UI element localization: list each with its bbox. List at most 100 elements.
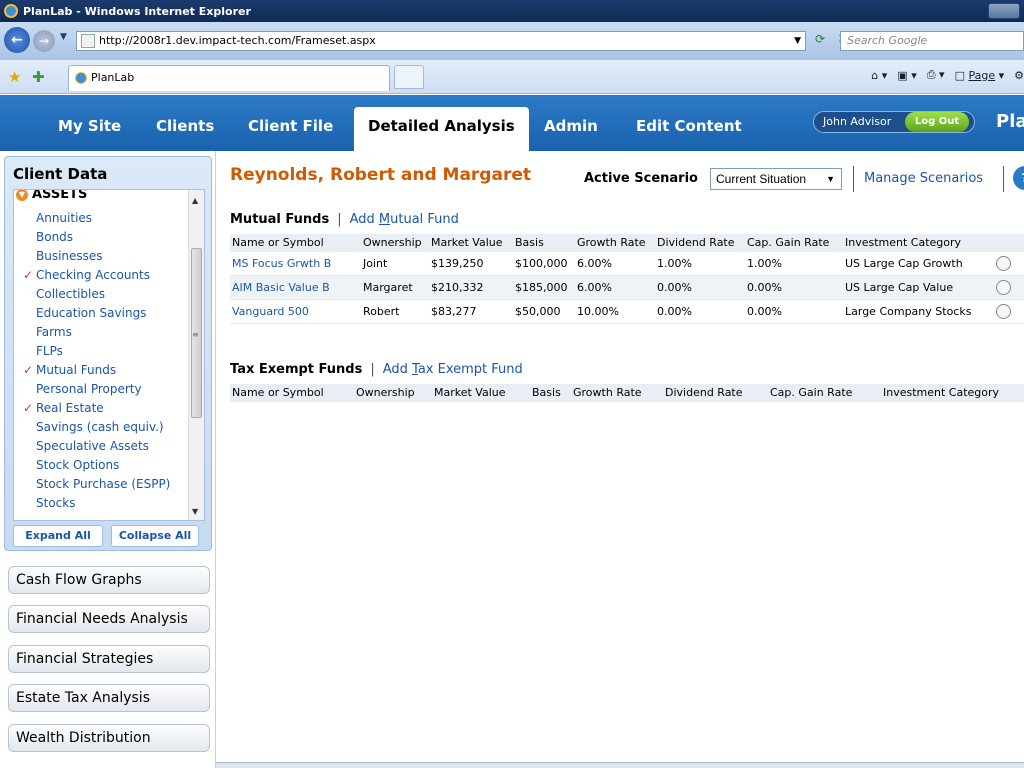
client-name: Reynolds, Robert and Margaret — [230, 165, 531, 185]
tree-item-collectibles[interactable]: Collectibles — [36, 287, 105, 301]
col-basis: Basis — [515, 236, 544, 249]
tree-item-stock-purchase[interactable]: Stock Purchase (ESPP) — [36, 477, 170, 491]
refresh-icon[interactable]: ⟳ — [810, 32, 830, 50]
tree-item-mutual-funds[interactable]: ✓ Mutual Funds — [23, 363, 116, 377]
back-arrow-icon[interactable]: ← — [4, 27, 30, 53]
magnifier-icon[interactable] — [996, 304, 1011, 319]
tree-item-stock-options[interactable]: Stock Options — [36, 458, 119, 472]
print-icon[interactable]: ⎙ ▾ — [927, 68, 945, 82]
forward-arrow-icon[interactable]: → — [33, 30, 55, 52]
browser-tab[interactable]: PlanLab — [68, 65, 390, 91]
tree-item-savings[interactable]: Savings (cash equiv.) — [36, 420, 164, 434]
active-scenario-label: Active Scenario — [584, 171, 698, 186]
cell-ownership: Margaret — [363, 281, 413, 294]
client-data-title: Client Data — [13, 165, 108, 183]
add-mutual-fund-link[interactable]: Add Mutual Fund — [350, 212, 459, 227]
estate-tax-analysis-button[interactable]: Estate Tax Analysis — [8, 684, 210, 712]
window-title: PlanLab - Windows Internet Explorer — [23, 4, 251, 18]
tree-section-assets[interactable]: ▼ Assets — [16, 190, 87, 202]
wealth-distribution-button[interactable]: Wealth Distribution — [8, 724, 210, 752]
cell-basis: $100,000 — [515, 257, 568, 270]
add-favorite-icon[interactable]: ✚ — [32, 68, 45, 86]
separator: | — [337, 212, 342, 227]
logout-button[interactable]: Log Out — [905, 112, 969, 132]
col-investment-category: Investment Category — [883, 386, 1000, 399]
url-dropdown-icon[interactable]: ▼ — [794, 32, 801, 50]
scenario-select[interactable]: Current Situation ▼ — [710, 168, 842, 190]
url-text: http://2008r1.dev.impact-tech.com/Frames… — [99, 34, 376, 47]
search-input[interactable]: Search Google — [840, 31, 1024, 51]
page-menu[interactable]: □ Page ▾ — [955, 69, 1005, 82]
tree-item-bonds[interactable]: Bonds — [36, 230, 73, 244]
tree-item-speculative-assets[interactable]: Speculative Assets — [36, 439, 149, 453]
financial-strategies-button[interactable]: Financial Strategies — [8, 645, 210, 673]
home-icon[interactable]: ⌂ ▾ — [871, 69, 887, 82]
help-icon[interactable]: ? — [1013, 166, 1024, 190]
collapse-toggle-icon[interactable]: ▼ — [16, 190, 28, 201]
cell-dividend-rate: 1.00% — [657, 257, 692, 270]
nav-client-file[interactable]: Client File — [248, 117, 333, 135]
command-bar: ⌂ ▾ ▣ ▾ ⎙ ▾ □ Page ▾ ⚙ — [871, 68, 1024, 82]
nav-admin[interactable]: Admin — [544, 117, 598, 135]
tree-item-education-savings[interactable]: Education Savings — [36, 306, 146, 320]
nav-my-site[interactable]: My Site — [58, 117, 121, 135]
cell-market-value: $83,277 — [431, 305, 477, 318]
manage-scenarios-link[interactable]: Manage Scenarios — [864, 171, 983, 186]
collapse-all-button[interactable]: Collapse All — [111, 525, 199, 547]
fund-name-link[interactable]: Vanguard 500 — [232, 305, 309, 318]
table-row: AIM Basic Value B Margaret $210,332 $185… — [230, 276, 1024, 300]
cell-growth-rate: 6.00% — [577, 281, 612, 294]
nav-edit-content[interactable]: Edit Content — [636, 117, 742, 135]
fund-name-link[interactable]: MS Focus Grwth B — [232, 257, 331, 270]
feeds-icon[interactable]: ▣ ▾ — [897, 69, 916, 82]
financial-needs-analysis-button[interactable]: Financial Needs Analysis — [8, 605, 210, 633]
address-input[interactable]: http://2008r1.dev.impact-tech.com/Frames… — [76, 31, 806, 51]
magnifier-icon[interactable] — [996, 256, 1011, 271]
cash-flow-graphs-button[interactable]: Cash Flow Graphs — [8, 566, 210, 594]
cell-investment-category: US Large Cap Growth — [845, 257, 963, 270]
expand-all-button[interactable]: Expand All — [13, 525, 103, 547]
new-tab-button[interactable] — [394, 65, 424, 89]
window-title-bar: PlanLab - Windows Internet Explorer — [0, 0, 1024, 22]
scroll-down-icon[interactable]: ▼ — [192, 507, 198, 516]
cell-investment-category: US Large Cap Value — [845, 281, 954, 294]
col-name: Name or Symbol — [232, 386, 324, 399]
tree-item-checking-accounts[interactable]: ✓ Checking Accounts — [23, 268, 150, 282]
status-bar — [216, 762, 1024, 768]
tax-exempt-funds-header: Tax Exempt Funds | Add Tax Exempt Fund — [230, 362, 523, 377]
check-icon: ✓ — [23, 401, 34, 415]
client-data-panel: Client Data ▼ Assets Annuities Bonds Bus… — [4, 156, 212, 551]
ie-logo-icon — [4, 4, 18, 18]
nav-clients[interactable]: Clients — [156, 117, 214, 135]
tax-exempt-funds-title: Tax Exempt Funds — [230, 362, 363, 377]
history-dropdown-icon[interactable]: ▼ — [60, 32, 67, 42]
mutual-funds-title: Mutual Funds — [230, 212, 330, 227]
favorites-star-icon[interactable]: ★ — [8, 68, 21, 86]
cell-ownership: Robert — [363, 305, 400, 318]
col-cap-gain-rate: Cap. Gain Rate — [770, 386, 853, 399]
col-growth-rate: Growth Rate — [573, 386, 642, 399]
tree-item-real-estate[interactable]: ✓ Real Estate — [23, 401, 104, 415]
asset-tree: ▼ Assets Annuities Bonds Businesses ✓ Che… — [13, 189, 205, 521]
tab-label: PlanLab — [91, 71, 135, 84]
magnifier-icon[interactable] — [996, 280, 1011, 295]
tree-scrollbar[interactable]: ▲ ≡ ▼ — [188, 190, 204, 520]
fund-name-link[interactable]: AIM Basic Value B — [232, 281, 330, 294]
tree-item-stocks[interactable]: Stocks — [36, 496, 75, 510]
cell-cap-gain-rate: 1.00% — [747, 257, 782, 270]
table-row: MS Focus Grwth B Joint $139,250 $100,000… — [230, 252, 1024, 276]
tree-item-businesses[interactable]: Businesses — [36, 249, 103, 263]
tree-item-personal-property[interactable]: Personal Property — [36, 382, 142, 396]
minimize-icon[interactable] — [988, 3, 1020, 19]
cell-cap-gain-rate: 0.00% — [747, 281, 782, 294]
add-tax-exempt-fund-link[interactable]: Add Tax Exempt Fund — [383, 362, 523, 377]
nav-detailed-analysis[interactable]: Detailed Analysis — [354, 107, 529, 151]
col-market-value: Market Value — [434, 386, 506, 399]
scroll-up-icon[interactable]: ▲ — [192, 196, 198, 205]
tree-item-flps[interactable]: FLPs — [36, 344, 63, 358]
address-toolbar: ← → ▼ http://2008r1.dev.impact-tech.com/… — [0, 22, 1024, 60]
tools-gear-icon[interactable]: ⚙ — [1014, 69, 1024, 82]
tree-item-annuities[interactable]: Annuities — [36, 211, 92, 225]
col-cap-gain-rate: Cap. Gain Rate — [747, 236, 830, 249]
tree-item-farms[interactable]: Farms — [36, 325, 72, 339]
